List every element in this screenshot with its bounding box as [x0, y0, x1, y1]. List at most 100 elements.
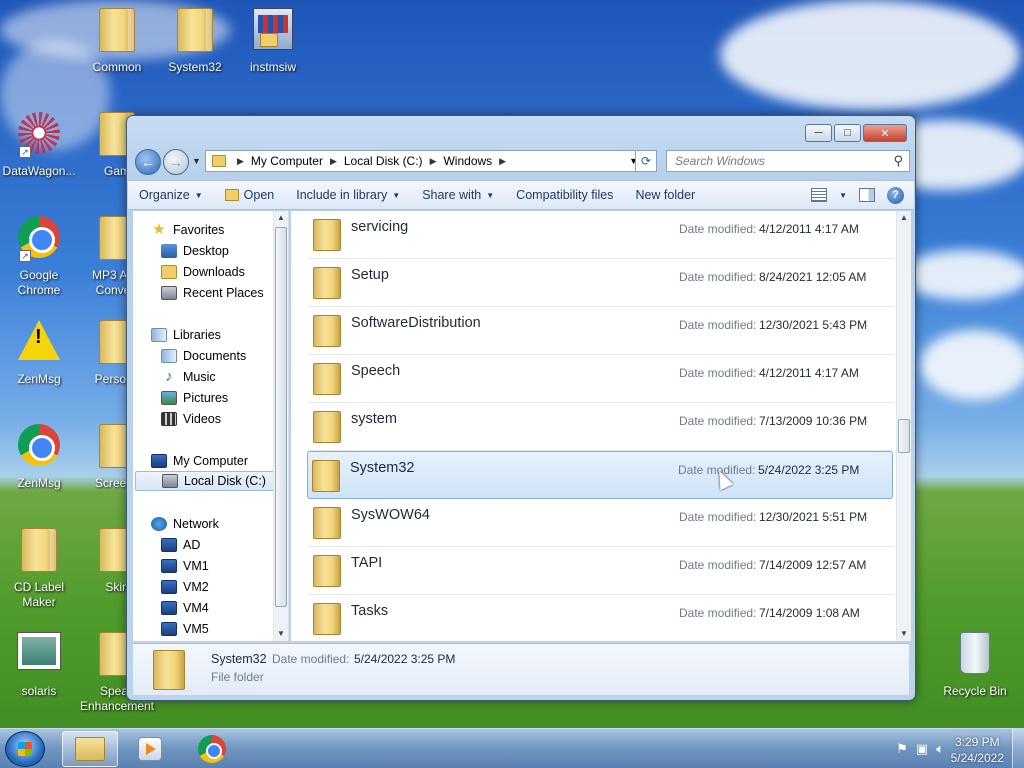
- search-input[interactable]: Search Windows ⚲: [666, 150, 910, 172]
- open-button[interactable]: Open: [214, 188, 286, 202]
- desktop-icon-recycle-bin[interactable]: Recycle Bin: [936, 632, 1014, 699]
- nav-vm5[interactable]: VM5: [161, 619, 209, 639]
- nav-vm1[interactable]: VM1: [161, 556, 209, 576]
- new-folder-label: New folder: [635, 188, 696, 202]
- taskbar-media-player[interactable]: [122, 731, 178, 767]
- breadcrumb-arrow-icon[interactable]: ▶: [330, 156, 337, 167]
- refresh-button[interactable]: ⟳: [635, 150, 657, 172]
- taskbar-explorer[interactable]: [62, 731, 118, 767]
- address-bar[interactable]: ▶ My Computer ▶ Local Disk (C:) ▶ Window…: [205, 150, 645, 172]
- organize-button[interactable]: Organize ▼: [128, 188, 214, 202]
- close-button[interactable]: ✕: [863, 124, 907, 142]
- nav-network[interactable]: Network: [151, 514, 219, 534]
- nav-vm2[interactable]: VM2: [161, 577, 209, 597]
- date-modified-label: Date modified:: [679, 270, 757, 284]
- folder-icon: [212, 155, 226, 167]
- file-row[interactable]: SoftwareDistribution Date modified: 12/3…: [309, 307, 893, 355]
- desktop-icon-datawagon[interactable]: ↗ DataWagon...: [0, 112, 78, 179]
- search-icon[interactable]: ⚲: [893, 153, 903, 169]
- explorer-window: ─ □ ✕ ← → ▼ ▶ My Computer ▶ Local Disk (…: [126, 115, 916, 701]
- nav-libraries[interactable]: Libraries: [151, 325, 221, 345]
- help-icon[interactable]: ?: [887, 186, 904, 204]
- file-name: Tasks: [351, 603, 389, 619]
- nav-scrollbar[interactable]: ▲ ▼: [273, 211, 288, 641]
- compatibility-files-button[interactable]: Compatibility files: [505, 188, 624, 202]
- change-view-icon[interactable]: [811, 188, 828, 202]
- clock-time: 3:29 PM: [954, 735, 1000, 749]
- desktop-icon-zenmsg-warning[interactable]: ! ZenMsg: [0, 320, 78, 387]
- desktop-icon-label: CD Label Maker: [13, 580, 65, 609]
- file-row[interactable]: servicing Date modified: 4/12/2011 4:17 …: [309, 211, 893, 259]
- nav-downloads[interactable]: Downloads: [161, 262, 245, 282]
- nav-music[interactable]: ♪ Music: [161, 367, 216, 387]
- date-modified-value: 12/30/2021 5:51 PM: [759, 510, 868, 524]
- clock[interactable]: 3:29 PM 5/24/2022: [951, 734, 1004, 766]
- file-row[interactable]: TAPI Date modified: 7/14/2009 12:57 AM: [309, 547, 893, 595]
- file-list-scrollbar[interactable]: ▲ ▼: [896, 211, 911, 641]
- file-row[interactable]: SysWOW64 Date modified: 12/30/2021 5:51 …: [309, 499, 893, 547]
- recent-pages-dropdown-icon[interactable]: ▼: [192, 156, 201, 166]
- volume-icon[interactable]: 🔈︎: [936, 741, 944, 757]
- date-modified-label: Date modified:: [679, 318, 757, 332]
- include-in-library-button[interactable]: Include in library ▼: [285, 188, 411, 202]
- file-name: TAPI: [351, 555, 383, 571]
- nav-vm4[interactable]: VM4: [161, 598, 209, 618]
- nav-ad[interactable]: AD: [161, 535, 200, 555]
- nav-my-computer[interactable]: My Computer: [151, 451, 248, 471]
- file-name: SysWOW64: [351, 507, 430, 523]
- nav-label: Libraries: [173, 328, 221, 342]
- back-button[interactable]: ←: [135, 149, 161, 175]
- view-dropdown-icon[interactable]: ▼: [839, 191, 847, 200]
- nav-recent-places[interactable]: Recent Places: [161, 283, 264, 303]
- new-folder-button[interactable]: New folder: [624, 188, 706, 202]
- taskbar-chrome[interactable]: [184, 731, 240, 767]
- desktop-icon-common[interactable]: Common: [78, 8, 156, 75]
- preview-pane-icon[interactable]: [859, 188, 875, 202]
- desktop-icon-zenmsg-chrome[interactable]: ZenMsg: [0, 424, 78, 491]
- action-center-flag-icon[interactable]: ⚑: [896, 741, 908, 757]
- scroll-down-arrow-icon[interactable]: ▼: [897, 627, 911, 641]
- nav-favorites[interactable]: ★ Favorites: [151, 220, 224, 240]
- breadcrumb-arrow-icon[interactable]: ▶: [237, 156, 244, 167]
- maximize-button[interactable]: □: [834, 124, 861, 142]
- explorer-icon: [75, 737, 105, 761]
- start-button[interactable]: [5, 731, 45, 767]
- scroll-up-arrow-icon[interactable]: ▲: [897, 211, 911, 225]
- breadcrumb-local-disk[interactable]: Local Disk (C:): [344, 154, 423, 168]
- desktop-icon-cd-label-maker[interactable]: CD Label Maker: [0, 528, 78, 610]
- nav-videos[interactable]: Videos: [161, 409, 221, 429]
- breadcrumb-arrow-icon[interactable]: ▶: [499, 156, 506, 167]
- scroll-down-arrow-icon[interactable]: ▼: [274, 627, 288, 641]
- nav-label: Music: [183, 370, 216, 384]
- desktop-icon-system32[interactable]: System32: [156, 8, 234, 75]
- show-desktop-button[interactable]: [1012, 729, 1024, 768]
- desktop-icon-solaris[interactable]: solaris: [0, 632, 78, 699]
- scroll-up-arrow-icon[interactable]: ▲: [274, 211, 288, 225]
- nav-label: Downloads: [183, 265, 245, 279]
- file-list-scrollbar-thumb[interactable]: [898, 419, 910, 453]
- network-tray-icon[interactable]: ▣: [916, 741, 928, 757]
- nav-desktop[interactable]: Desktop: [161, 241, 229, 261]
- videos-icon: [161, 412, 177, 426]
- minimize-button[interactable]: ─: [805, 124, 832, 142]
- file-row[interactable]: system Date modified: 7/13/2009 10:36 PM: [309, 403, 893, 451]
- file-row[interactable]: Setup Date modified: 8/24/2021 12:05 AM: [309, 259, 893, 307]
- chrome-icon: [17, 424, 61, 472]
- date-modified-label: Date modified:: [679, 510, 757, 524]
- breadcrumb-arrow-icon[interactable]: ▶: [430, 156, 437, 167]
- nav-pictures[interactable]: Pictures: [161, 388, 228, 408]
- desktop-icon-google-chrome[interactable]: ↗ Google Chrome: [0, 216, 78, 298]
- nav-documents[interactable]: Documents: [161, 346, 246, 366]
- forward-button[interactable]: →: [163, 149, 189, 175]
- breadcrumb-my-computer[interactable]: My Computer: [251, 154, 323, 168]
- breadcrumb-windows[interactable]: Windows: [443, 154, 492, 168]
- date-modified-label: Date modified:: [679, 222, 757, 236]
- nav-scrollbar-thumb[interactable]: [275, 227, 287, 607]
- desktop-icon-instmsiw[interactable]: instmsiw: [234, 8, 312, 75]
- share-with-button[interactable]: Share with ▼: [411, 188, 505, 202]
- file-row[interactable]: Speech Date modified: 4/12/2011 4:17 AM: [309, 355, 893, 403]
- file-row[interactable]: Tasks Date modified: 7/14/2009 1:08 AM: [309, 595, 893, 641]
- nav-local-disk[interactable]: Local Disk (C:): [135, 471, 287, 491]
- drive-icon: [162, 474, 178, 488]
- file-row-selected[interactable]: System32 Date modified: 5/24/2022 3:25 P…: [307, 451, 893, 499]
